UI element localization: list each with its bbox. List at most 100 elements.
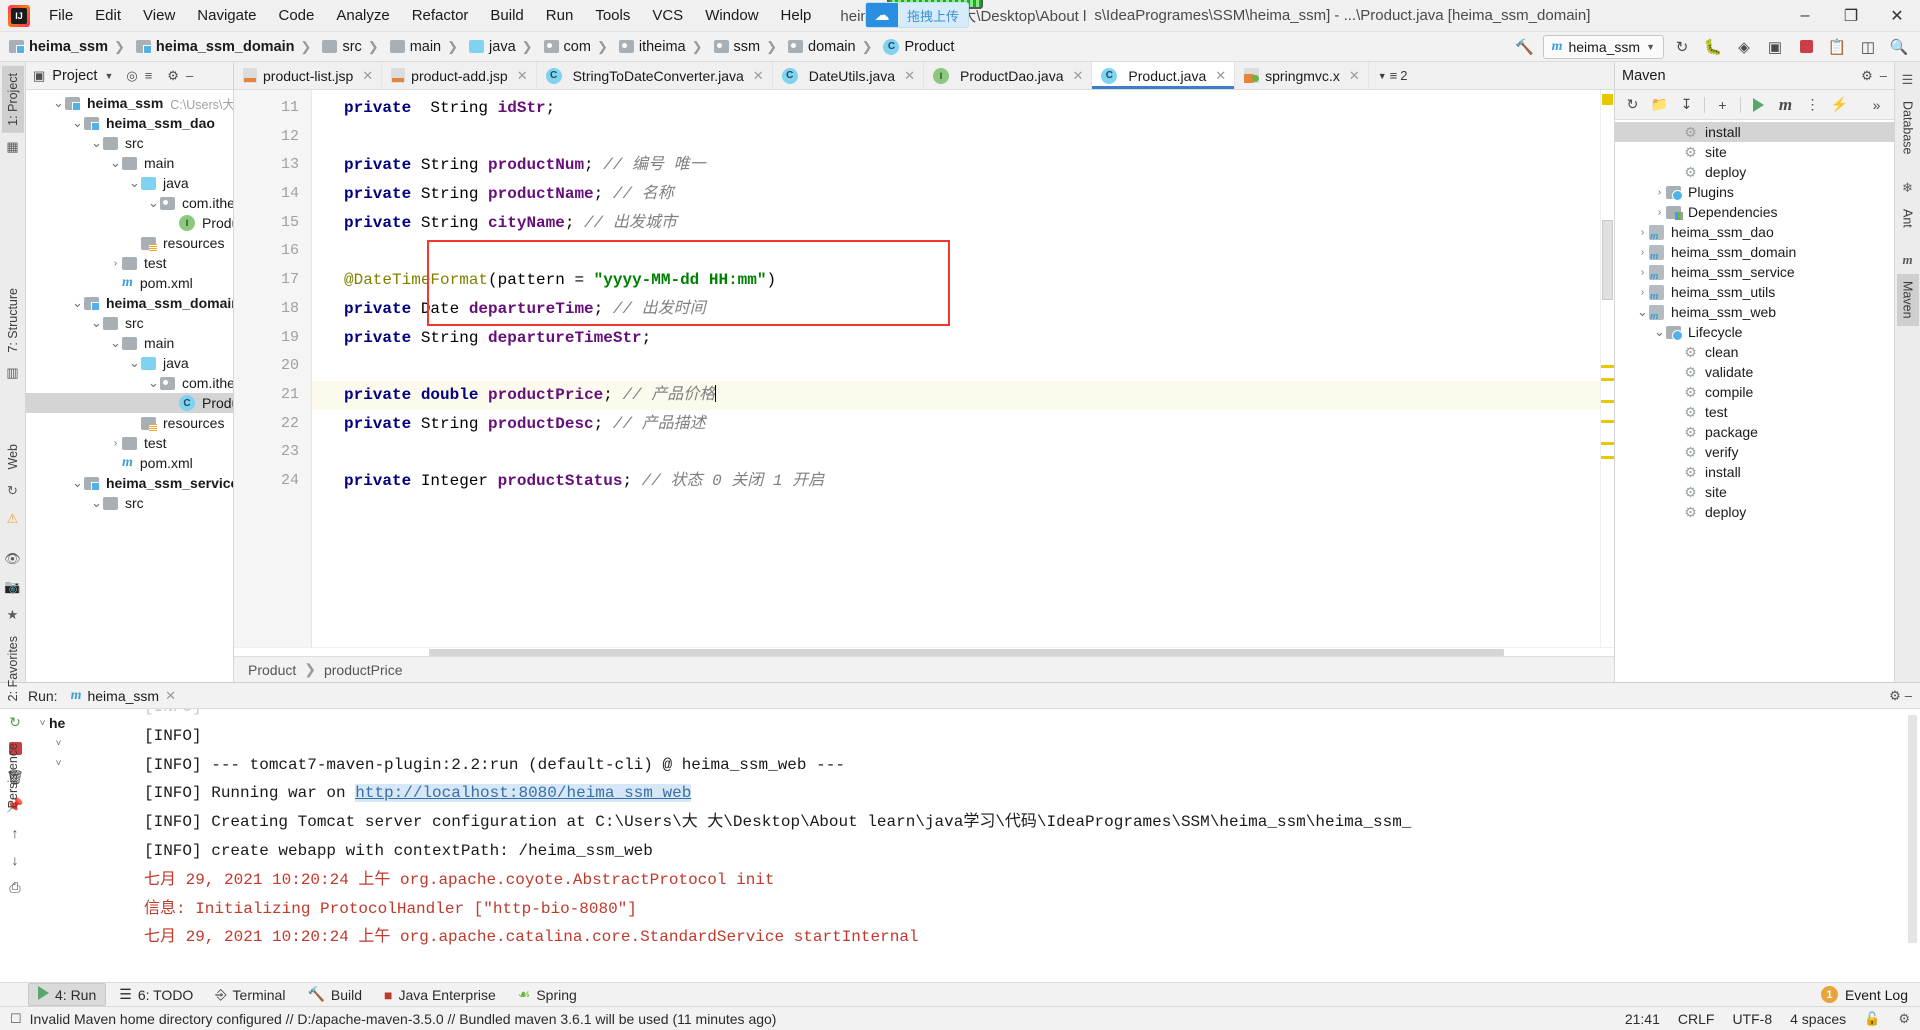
collapse-icon[interactable]: ⌄: [90, 135, 103, 151]
tree-row[interactable]: m pom.xml: [26, 453, 233, 473]
expand-icon[interactable]: ›: [1636, 247, 1649, 258]
tree-row[interactable]: ⌄ main: [26, 153, 233, 173]
tree-row[interactable]: ˅: [30, 733, 130, 753]
crumb-ssm[interactable]: ssm ❯: [711, 37, 786, 57]
crumb-itheima[interactable]: itheima ❯: [616, 37, 711, 57]
chevron-down-icon[interactable]: ▼: [104, 71, 113, 81]
tree-row[interactable]: m pom.xml: [26, 273, 233, 293]
code-line[interactable]: [312, 352, 1600, 381]
tree-row[interactable]: ⚙ site: [1615, 482, 1894, 502]
encoding-indicator[interactable]: UTF-8: [1732, 1011, 1772, 1027]
tab-dateutils-java[interactable]: C DateUtils.java ✕: [772, 62, 924, 89]
event-log-label[interactable]: Event Log: [1845, 987, 1908, 1003]
coverage-icon[interactable]: ◈: [1731, 35, 1757, 59]
tree-row[interactable]: › heima_ssm_utils: [1615, 282, 1894, 302]
toggle-offline-icon[interactable]: ⚡: [1827, 93, 1852, 117]
line-separator-indicator[interactable]: CRLF: [1678, 1011, 1715, 1027]
toggle-skip-tests-icon[interactable]: ⋮: [1800, 93, 1825, 117]
tree-row[interactable]: ˅ he: [30, 713, 130, 733]
sidebar-tab-web[interactable]: Web: [2, 437, 24, 476]
layout-icon[interactable]: ◫: [1855, 35, 1881, 59]
code-editor[interactable]: 11 12 13 14 15 16 17 18 19 20 21 22 23 24 private Str…: [234, 90, 1614, 647]
tree-row[interactable]: ⌄ com.itheima: [26, 193, 233, 213]
expand-icon[interactable]: ›: [109, 438, 122, 449]
stripe-marker[interactable]: [1601, 400, 1614, 403]
collapse-icon[interactable]: ⌄: [52, 95, 65, 111]
run-tab-heima-ssm[interactable]: m heima_ssm ✕: [67, 686, 180, 706]
expand-icon[interactable]: ›: [1653, 207, 1666, 218]
close-icon[interactable]: ✕: [904, 68, 915, 84]
scrollbar-thumb[interactable]: [1908, 715, 1917, 943]
collapse-icon[interactable]: ⌄: [90, 495, 103, 511]
tree-row[interactable]: ⌄ main: [26, 333, 233, 353]
reimport-icon[interactable]: ↻: [1620, 93, 1645, 117]
crumb-product[interactable]: C Product: [880, 37, 958, 57]
tab-product-add-jsp[interactable]: product-add.jsp ✕: [382, 62, 537, 89]
code-line[interactable]: private String departureTimeStr;: [312, 324, 1600, 353]
lock-icon[interactable]: 🔓: [1864, 1011, 1880, 1027]
settings-gear-icon[interactable]: ⚙: [1861, 68, 1873, 84]
close-icon[interactable]: ✕: [362, 68, 373, 84]
crumb-domain[interactable]: domain ❯: [785, 37, 880, 57]
tree-row[interactable]: resources: [26, 413, 233, 433]
code-line[interactable]: private String productName; // 名称: [312, 180, 1600, 209]
collapse-all-icon[interactable]: ≡: [145, 68, 153, 83]
hide-icon[interactable]: –: [1880, 68, 1887, 83]
tree-row[interactable]: ⌄ heima_ssm_web: [1615, 302, 1894, 322]
toolwindow-terminal[interactable]: ⎆ Terminal: [206, 984, 294, 1005]
code-line[interactable]: private double productPrice; // 产品价格: [312, 380, 1600, 410]
collapse-icon[interactable]: ⌄: [1653, 324, 1666, 340]
expand-icon[interactable]: ˅: [36, 718, 49, 729]
tab-overflow-button[interactable]: ▼ ≡ 2: [1369, 62, 1417, 89]
tree-row[interactable]: ⚙ verify: [1615, 442, 1894, 462]
tree-row[interactable]: ⚙ deploy: [1615, 162, 1894, 182]
code-line[interactable]: private String productNum; // 编号 唯一: [312, 151, 1600, 180]
maven-icon[interactable]: m: [1902, 252, 1912, 268]
tree-row[interactable]: ⚙ validate: [1615, 362, 1894, 382]
camera-icon[interactable]: 📷: [4, 579, 20, 595]
project-tree[interactable]: ⌄heima_ssmC:\Users\大 大\De⌄heima_ssm_dao⌄…: [26, 90, 233, 682]
toolwindow-java-enterprise[interactable]: ■ Java Enterprise: [375, 985, 505, 1005]
menu-window[interactable]: Window: [694, 3, 769, 29]
locate-icon[interactable]: ◎: [126, 68, 137, 84]
close-button[interactable]: ✕: [1874, 0, 1920, 32]
hide-icon[interactable]: –: [186, 68, 193, 83]
menu-tools[interactable]: Tools: [584, 3, 641, 29]
toolwindow-todo[interactable]: ☰ 6: TODO: [110, 984, 202, 1005]
breadcrumb-class[interactable]: Product: [248, 662, 296, 678]
tree-row[interactable]: ⚙ install: [1615, 462, 1894, 482]
upload-overlay-badge[interactable]: ☁ 拖拽上传: [865, 2, 970, 28]
tree-row[interactable]: ⌄ heima_ssm C:\Users\大 大\De: [26, 93, 233, 113]
stop-icon[interactable]: [1793, 35, 1819, 59]
close-icon[interactable]: ✕: [1349, 68, 1360, 84]
collapse-icon[interactable]: ⌄: [90, 315, 103, 331]
horizontal-scrollbar[interactable]: [234, 647, 1614, 656]
collapse-icon[interactable]: ⌄: [71, 475, 84, 491]
close-icon[interactable]: ✕: [1073, 68, 1084, 84]
menu-help[interactable]: Help: [770, 3, 823, 29]
execute-maven-goal-icon[interactable]: m: [1773, 93, 1798, 117]
run-icon[interactable]: [1746, 93, 1771, 117]
breadcrumb-field[interactable]: productPrice: [324, 662, 403, 678]
tab-product-java[interactable]: C Product.java ✕: [1092, 62, 1236, 89]
build-hammer-icon[interactable]: 🔨: [1512, 35, 1538, 59]
warning-icon[interactable]: ⚠: [7, 511, 19, 527]
rerun-icon[interactable]: ↻: [1669, 35, 1695, 59]
tree-row[interactable]: ⚙ compile: [1615, 382, 1894, 402]
print-icon[interactable]: ⎙: [9, 879, 20, 896]
tab-springmvc-xml[interactable]: springmvc.x ✕: [1235, 62, 1369, 89]
collapse-icon[interactable]: ⌄: [147, 375, 160, 391]
source-code[interactable]: private String idStr; private String prod…: [312, 90, 1600, 647]
crumb-main[interactable]: main ❯: [387, 37, 466, 57]
generate-sources-icon[interactable]: 📁: [1647, 93, 1672, 117]
tree-row[interactable]: ⌄ src: [26, 133, 233, 153]
star-icon[interactable]: ★: [7, 607, 19, 623]
menu-view[interactable]: View: [132, 3, 186, 29]
minimize-button[interactable]: –: [1782, 0, 1828, 32]
sidebar-tab-maven[interactable]: Maven: [1896, 274, 1919, 326]
crumb-com[interactable]: com ❯: [541, 37, 616, 57]
crumb-heima-ssm-domain[interactable]: heima_ssm_domain ❯: [133, 37, 320, 57]
tree-row[interactable]: ⚙ package: [1615, 422, 1894, 442]
sidebar-tab-persistence[interactable]: Persistence: [2, 736, 24, 815]
menu-refactor[interactable]: Refactor: [401, 3, 480, 29]
